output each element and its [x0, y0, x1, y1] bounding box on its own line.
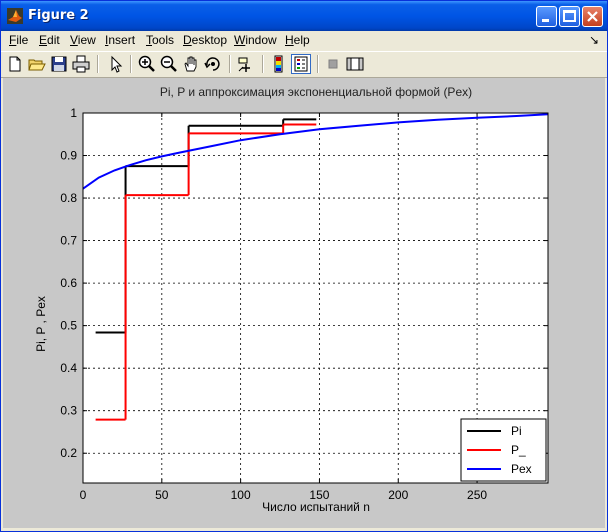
- y-tick-label: 0.7: [60, 234, 77, 248]
- open-file-icon[interactable]: [27, 54, 47, 74]
- y-tick-label: 0.5: [60, 319, 77, 333]
- menu-edit[interactable]: Edit: [39, 33, 60, 47]
- x-tick-label: 100: [231, 488, 251, 502]
- menu-view[interactable]: View: [70, 33, 96, 47]
- y-tick-label: 1: [70, 106, 77, 120]
- print-icon[interactable]: [71, 54, 91, 74]
- save-icon[interactable]: [49, 54, 69, 74]
- new-figure-icon[interactable]: [5, 54, 25, 74]
- dock-arrow-icon[interactable]: ↘: [589, 33, 599, 47]
- x-tick-label: 50: [155, 488, 169, 502]
- y-tick-label: 0.4: [60, 361, 77, 375]
- show-plot-tools-icon[interactable]: [345, 54, 365, 74]
- maximize-icon: [563, 10, 576, 22]
- menu-tools[interactable]: Tools: [146, 33, 174, 47]
- y-tick-label: 0.2: [60, 446, 77, 460]
- x-tick-label: 0: [80, 488, 87, 502]
- menu-help[interactable]: Help: [285, 33, 310, 47]
- maximize-button[interactable]: [559, 6, 580, 27]
- colorbar-icon[interactable]: [269, 54, 289, 74]
- pan-hand-icon[interactable]: [181, 54, 201, 74]
- y-tick-label: 0.6: [60, 276, 77, 290]
- zoom-out-icon[interactable]: [159, 54, 179, 74]
- menu-insert[interactable]: Insert: [105, 33, 135, 47]
- close-button[interactable]: [582, 6, 603, 27]
- menu-desktop[interactable]: Desktop: [183, 33, 227, 47]
- plot-svg: Pi, P и аппроксимация экспоненциальной ф…: [34, 85, 549, 514]
- legend-entry: Pex: [511, 462, 532, 476]
- y-axis-label: Pi, P , Pex: [34, 296, 48, 352]
- legend-entry: Pi: [511, 424, 522, 438]
- legend[interactable]: Pi P_ Pex: [460, 418, 547, 482]
- legend-icon[interactable]: [291, 54, 311, 74]
- figure-toolbar: [1, 51, 607, 78]
- x-tick-label: 200: [388, 488, 408, 502]
- window-title: Figure 2: [28, 8, 89, 23]
- y-tick-label: 0.9: [60, 149, 77, 163]
- x-axis-label: Число испытаний n: [262, 500, 370, 514]
- pointer-icon[interactable]: [105, 54, 125, 74]
- minimize-icon: [542, 19, 549, 22]
- chart-title: Pi, P и аппроксимация экспоненциальной ф…: [160, 85, 472, 99]
- menu-file[interactable]: File: [9, 33, 28, 47]
- close-icon: [587, 11, 598, 22]
- hide-plot-tools-icon[interactable]: [323, 54, 343, 74]
- y-tick-label: 0.8: [60, 191, 77, 205]
- x-tick-label: 250: [467, 488, 487, 502]
- data-cursor-icon[interactable]: [236, 54, 256, 74]
- rotate-3d-icon[interactable]: [203, 54, 223, 74]
- figure-canvas: Pi, P и аппроксимация экспоненциальной ф…: [3, 78, 605, 528]
- title-bar[interactable]: Figure 2: [1, 1, 607, 31]
- zoom-in-icon[interactable]: [137, 54, 157, 74]
- menu-window[interactable]: Window: [234, 33, 277, 47]
- y-tick-label: 0.3: [60, 404, 77, 418]
- legend-entry: P_: [511, 443, 526, 457]
- menu-bar: File Edit View Insert Tools Desktop Wind…: [1, 31, 607, 50]
- figure-window: Figure 2 File Edit View Insert Tools Des…: [0, 0, 608, 532]
- matlab-logo-icon: [7, 8, 23, 24]
- minimize-button[interactable]: [536, 6, 557, 27]
